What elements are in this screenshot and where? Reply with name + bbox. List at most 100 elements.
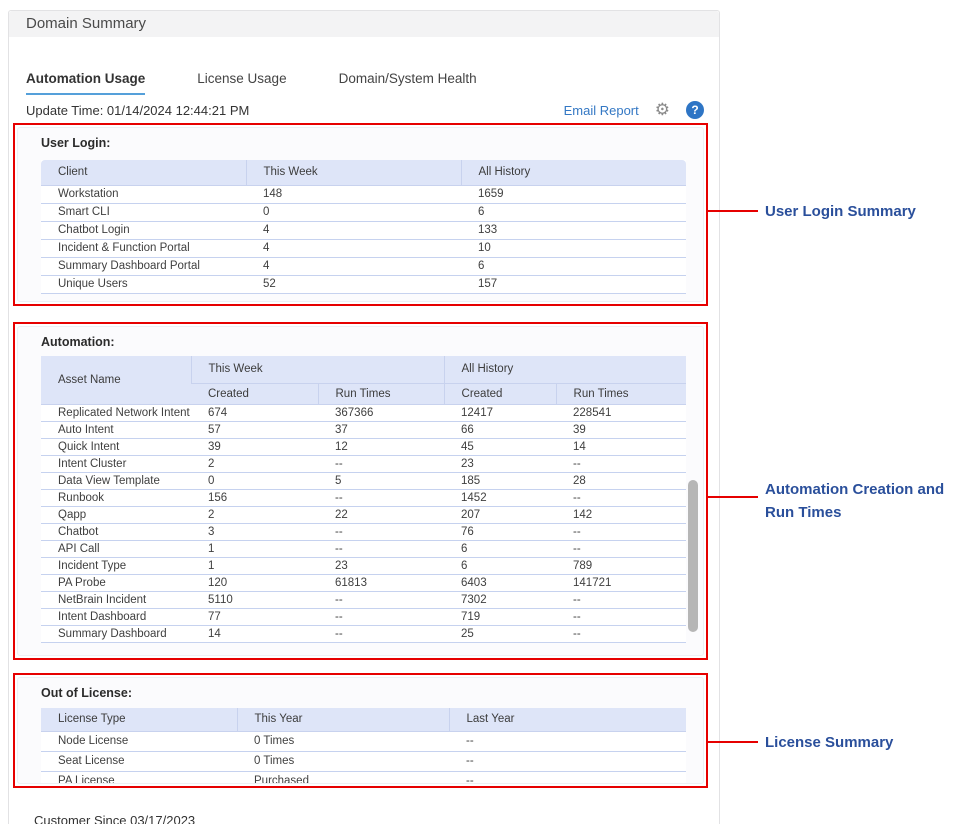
table-row: Unique Users52157 xyxy=(41,275,686,293)
tab-domain-system-health[interactable]: Domain/System Health xyxy=(339,63,477,95)
table-cell: 77 xyxy=(191,608,318,625)
table-cell: 3 xyxy=(191,523,318,540)
column-group-this-week[interactable]: This Week xyxy=(191,356,444,383)
table-cell: 157 xyxy=(461,275,686,293)
table-cell: 23 xyxy=(444,455,556,472)
column-header-runtimes-week[interactable]: Run Times xyxy=(318,383,444,404)
table-cell: 133 xyxy=(461,221,686,239)
table-row: Data View Template0518528 xyxy=(41,472,686,489)
user-login-section-title: User Login: xyxy=(41,136,685,150)
column-header-last-year[interactable]: Last Year xyxy=(449,708,686,731)
table-cell: Replicated Network Intent xyxy=(41,404,191,421)
table-cell: Chatbot xyxy=(41,523,191,540)
table-cell: 2 xyxy=(191,455,318,472)
table-cell: -- xyxy=(556,489,686,506)
table-cell: 39 xyxy=(191,438,318,455)
column-group-all-history[interactable]: All History xyxy=(444,356,686,383)
table-cell: Node License xyxy=(41,731,237,751)
table-cell: 0 Times xyxy=(237,751,449,771)
column-header-license-type[interactable]: License Type xyxy=(41,708,237,731)
update-time-label: Update Time: 01/14/2024 12:44:21 PM xyxy=(26,103,249,118)
column-header-asset-name[interactable]: Asset Name xyxy=(41,356,191,404)
table-cell: Intent Dashboard xyxy=(41,608,191,625)
table-row: API Call1--6-- xyxy=(41,540,686,557)
column-header-created-week[interactable]: Created xyxy=(191,383,318,404)
table-row: Runbook156--1452-- xyxy=(41,489,686,506)
table-cell: 37 xyxy=(318,421,444,438)
table-header-row: Client This Week All History xyxy=(41,160,686,185)
table-row: Incident Type1236789 xyxy=(41,557,686,574)
table-row: Incident & Function Portal410 xyxy=(41,239,686,257)
table-row: Node License0 Times-- xyxy=(41,731,686,751)
table-cell: 14 xyxy=(556,438,686,455)
customer-since-label: Customer Since 03/17/2023 xyxy=(34,813,195,824)
table-cell: 120 xyxy=(191,574,318,591)
table-cell: Auto Intent xyxy=(41,421,191,438)
table-row: Replicated Network Intent674367366124172… xyxy=(41,404,686,421)
automation-callout-box: Automation: Asset Name This Week All His… xyxy=(13,322,708,660)
column-header-created-history[interactable]: Created xyxy=(444,383,556,404)
user-login-section: User Login: Client This Week All History… xyxy=(17,127,704,302)
tab-license-usage[interactable]: License Usage xyxy=(197,63,286,95)
table-cell: -- xyxy=(556,591,686,608)
table-cell: -- xyxy=(318,591,444,608)
table-row: Quick Intent39124514 xyxy=(41,438,686,455)
table-cell: Incident & Function Portal xyxy=(41,239,246,257)
gear-icon[interactable]: ⚙ xyxy=(655,101,670,119)
email-report-link[interactable]: Email Report xyxy=(564,103,639,118)
table-cell: 12 xyxy=(318,438,444,455)
table-cell: 4 xyxy=(246,221,461,239)
table-cell: 789 xyxy=(556,557,686,574)
table-cell: 6 xyxy=(461,257,686,275)
table-cell: -- xyxy=(556,455,686,472)
table-cell: -- xyxy=(449,771,686,784)
out-of-license-section-title: Out of License: xyxy=(41,686,685,700)
table-cell: Chatbot Login xyxy=(41,221,246,239)
table-cell: 0 Times xyxy=(237,731,449,751)
table-cell: NetBrain Incident xyxy=(41,591,191,608)
table-cell: 61813 xyxy=(318,574,444,591)
table-cell: 28 xyxy=(556,472,686,489)
table-row: PA Probe120618136403141721 xyxy=(41,574,686,591)
table-cell: 0 xyxy=(191,472,318,489)
column-header-this-year[interactable]: This Year xyxy=(237,708,449,731)
table-cell: 39 xyxy=(556,421,686,438)
table-cell: 142 xyxy=(556,506,686,523)
column-header-runtimes-history[interactable]: Run Times xyxy=(556,383,686,404)
table-cell: Runbook xyxy=(41,489,191,506)
table-cell: PA License xyxy=(41,771,237,784)
table-cell: 7302 xyxy=(444,591,556,608)
table-cell: -- xyxy=(318,455,444,472)
table-cell: 52 xyxy=(246,275,461,293)
table-cell: 22 xyxy=(318,506,444,523)
table-cell: 23 xyxy=(318,557,444,574)
annotation-user-login-summary: User Login Summary xyxy=(765,200,916,223)
table-cell: Workstation xyxy=(41,185,246,203)
column-header-all-history[interactable]: All History xyxy=(461,160,686,185)
table-cell: -- xyxy=(556,625,686,642)
table-cell: Quick Intent xyxy=(41,438,191,455)
table-cell: 6403 xyxy=(444,574,556,591)
table-row: Workstation1481659 xyxy=(41,185,686,203)
help-icon[interactable]: ? xyxy=(686,101,704,119)
table-cell: 12417 xyxy=(444,404,556,421)
table-header-row: License Type This Year Last Year xyxy=(41,708,686,731)
table-cell: 76 xyxy=(444,523,556,540)
table-row: Intent Cluster2--23-- xyxy=(41,455,686,472)
column-header-this-week[interactable]: This Week xyxy=(246,160,461,185)
table-cell: Incident Type xyxy=(41,557,191,574)
table-cell: 5 xyxy=(318,472,444,489)
column-header-client[interactable]: Client xyxy=(41,160,246,185)
tab-automation-usage[interactable]: Automation Usage xyxy=(26,63,145,95)
out-of-license-callout-box: Out of License: License Type This Year L… xyxy=(13,673,708,788)
table-cell: 25 xyxy=(444,625,556,642)
table-row: Chatbot Login4133 xyxy=(41,221,686,239)
table-cell: Unique Users xyxy=(41,275,246,293)
table-row: Summary Dashboard14--25-- xyxy=(41,625,686,642)
table-row: Smart CLI06 xyxy=(41,203,686,221)
table-cell: -- xyxy=(318,625,444,642)
annotation-automation-creation: Automation Creation and Run Times xyxy=(765,478,955,524)
table-cell: Smart CLI xyxy=(41,203,246,221)
table-cell: Purchased xyxy=(237,771,449,784)
vertical-scrollbar-thumb[interactable] xyxy=(688,480,698,632)
